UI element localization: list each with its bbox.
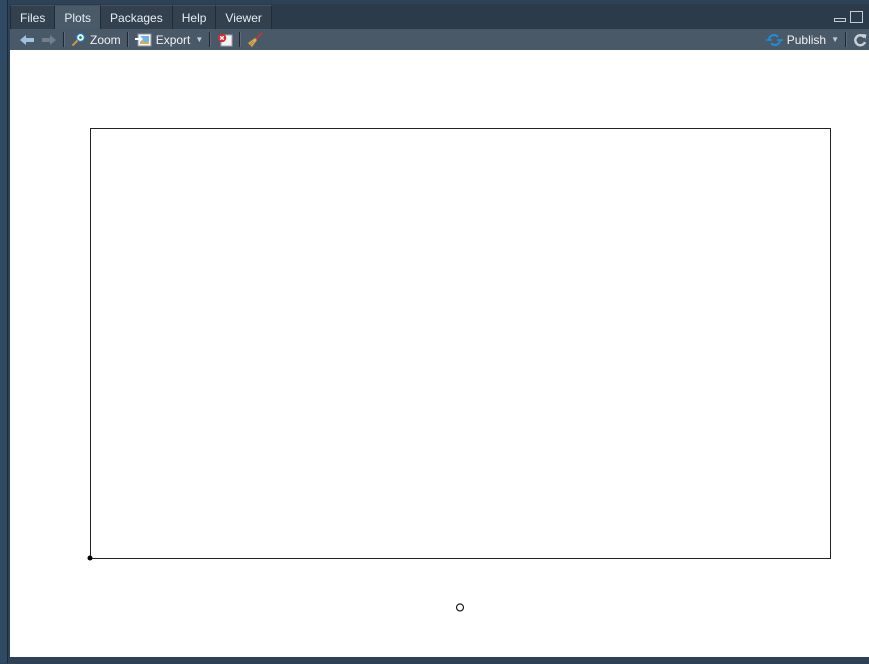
data-point-0 (87, 555, 93, 561)
toolbar-right-group: Publish ▼ (763, 29, 869, 50)
minimize-icon[interactable] (834, 18, 846, 22)
clear-all-plots-button[interactable] (244, 29, 266, 50)
plots-toolbar: Zoom Export ▼ Publish ▼ (10, 29, 869, 51)
chevron-down-icon: ▼ (831, 35, 839, 44)
maximize-icon[interactable] (850, 11, 863, 23)
export-label: Export (155, 32, 191, 47)
toolbar-separator (63, 32, 65, 47)
plot-canvas (87, 128, 831, 612)
left-pane-edge (0, 0, 8, 663)
refresh-button[interactable] (850, 29, 869, 50)
plot-box (90, 128, 831, 559)
forward-button[interactable] (38, 29, 60, 50)
zoom-label: Zoom (90, 32, 121, 47)
toolbar-separator (239, 32, 242, 47)
zoom-button[interactable]: Zoom (68, 29, 124, 50)
arrow-left-icon (20, 34, 34, 45)
publish-button[interactable]: Publish ▼ (763, 29, 842, 50)
publish-label: Publish (786, 32, 827, 47)
remove-plot-button[interactable] (214, 29, 236, 50)
publish-icon (765, 33, 783, 46)
broom-icon (247, 31, 263, 47)
toolbar-separator (209, 32, 212, 47)
export-image-icon (134, 33, 152, 46)
pane-bottom-edge (10, 657, 869, 663)
tab-packages[interactable]: Packages (101, 5, 173, 29)
plot-points (87, 555, 465, 612)
plot-area (10, 50, 869, 659)
tab-viewer[interactable]: Viewer (216, 5, 272, 29)
magnifier-icon (71, 32, 86, 47)
tab-help[interactable]: Help (172, 5, 217, 29)
window-controls (834, 11, 863, 23)
tab-files[interactable]: Files (10, 5, 56, 29)
data-point-1 (455, 603, 465, 612)
tab-plots[interactable]: Plots (55, 5, 102, 29)
toolbar-separator (845, 32, 847, 47)
plots-pane: Files Plots Packages Help Viewer Zoom Ex… (10, 4, 869, 659)
arrow-right-icon (42, 34, 56, 45)
pane-tabbar: Files Plots Packages Help Viewer (10, 4, 869, 29)
export-button[interactable]: Export ▼ (132, 29, 207, 50)
toolbar-separator (126, 32, 129, 47)
remove-plot-icon (218, 33, 233, 46)
refresh-icon (854, 33, 867, 46)
chevron-down-icon: ▼ (195, 35, 204, 44)
back-button[interactable] (16, 29, 38, 50)
